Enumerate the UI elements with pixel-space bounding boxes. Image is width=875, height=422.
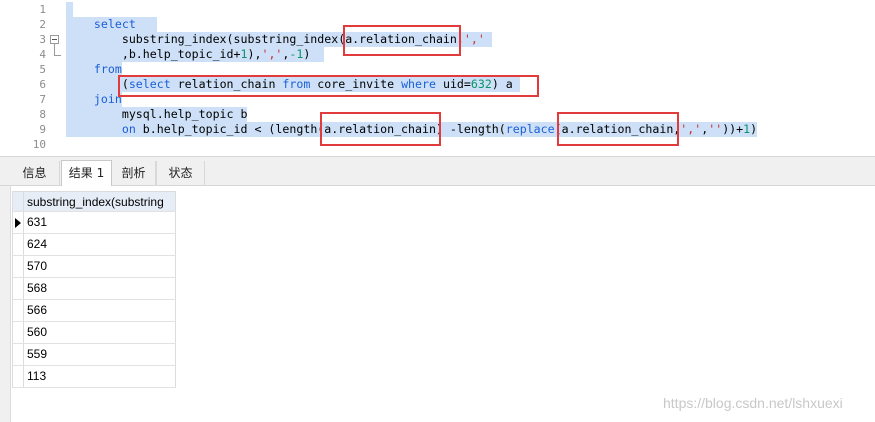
code-text[interactable]: ,b.help_topic_id+1),',',-1) — [66, 47, 325, 62]
table-cell[interactable]: 568 — [24, 278, 176, 299]
code-text[interactable] — [66, 2, 73, 17]
table-row[interactable]: 559 — [12, 344, 176, 366]
line-number: 7 — [39, 93, 46, 106]
keyword-token: from — [93, 62, 122, 76]
table-cell[interactable]: 566 — [24, 300, 176, 321]
table-row[interactable]: 568 — [12, 278, 176, 300]
result-side-strip — [0, 186, 11, 422]
grid-body[interactable]: 631 624 570 568 566 560 559 113 — [12, 212, 176, 388]
number-token: -1 — [289, 47, 304, 61]
string-token: ',' — [680, 122, 702, 136]
sql-editor[interactable]: 1 2 select 3 substring_index(substring_i… — [0, 0, 875, 156]
table-cell[interactable]: 113 — [24, 366, 176, 387]
table-cell[interactable]: 559 — [24, 344, 176, 365]
row-indicator[interactable] — [12, 234, 24, 255]
table-row[interactable]: 631 — [12, 212, 176, 234]
result-tab-bar: 信息 结果 1 剖析 状态 — [0, 156, 875, 186]
plain-token: ,b.help_topic_id+ — [66, 47, 241, 61]
string-token: ',' — [261, 47, 283, 61]
plain-token: mysql.help_topic b — [66, 107, 248, 121]
row-indicator[interactable] — [12, 344, 24, 365]
table-row[interactable]: 566 — [12, 300, 176, 322]
row-indicator[interactable] — [12, 278, 24, 299]
keyword-token: select — [93, 17, 136, 31]
table-row[interactable]: 560 — [12, 322, 176, 344]
plain-token: ), — [247, 47, 262, 61]
annotation-box — [557, 112, 679, 146]
line-number: 8 — [39, 108, 46, 121]
tab-status[interactable]: 状态 — [156, 161, 205, 186]
table-cell[interactable]: 570 — [24, 256, 176, 277]
table-cell[interactable]: 631 — [24, 212, 176, 233]
row-indicator[interactable] — [12, 322, 24, 343]
tab-profile[interactable]: 剖析 — [112, 161, 156, 186]
result-grid[interactable]: substring_index(substring 631 624 570 568 56… — [12, 191, 176, 388]
code-text[interactable]: from — [66, 62, 122, 77]
line-number: 2 — [39, 18, 46, 31]
table-row[interactable]: 113 — [12, 366, 176, 388]
table-row[interactable]: 570 — [12, 256, 176, 278]
plain-token: ) — [750, 122, 758, 136]
line-number: 4 — [39, 48, 46, 61]
line-number: 1 — [39, 3, 46, 16]
line-number: 5 — [39, 63, 46, 76]
fold-collapse-icon[interactable] — [50, 35, 59, 44]
line-number: 3 — [39, 33, 46, 46]
line-number: 9 — [39, 123, 46, 136]
tab-info[interactable]: 信息 — [10, 161, 60, 186]
column-header[interactable]: substring_index(substring — [24, 192, 176, 211]
table-cell[interactable]: 624 — [24, 234, 176, 255]
grid-header-row: substring_index(substring — [12, 191, 176, 212]
current-row-arrow-icon — [15, 218, 21, 228]
annotation-box — [343, 25, 461, 56]
table-row[interactable]: 624 — [12, 234, 176, 256]
tab-result-1[interactable]: 结果 1 — [61, 160, 112, 186]
code-text[interactable]: select — [66, 17, 157, 32]
code-text[interactable]: join — [66, 92, 122, 107]
annotation-box — [118, 75, 539, 97]
keyword-token: replace — [505, 122, 555, 136]
row-indicator[interactable] — [12, 256, 24, 277]
code-line[interactable]: 1 — [0, 2, 875, 17]
keyword-token: on — [121, 122, 136, 136]
row-indicator-header — [12, 192, 24, 211]
row-indicator[interactable] — [12, 300, 24, 321]
row-indicator[interactable] — [12, 212, 24, 233]
row-indicator[interactable] — [12, 366, 24, 387]
fold-guide-line — [54, 44, 61, 56]
plain-token: ) — [303, 47, 325, 61]
line-number: 10 — [32, 138, 46, 151]
plain-token: ))+ — [722, 122, 744, 136]
number-token: 1 — [240, 47, 248, 61]
watermark: https://blog.csdn.net/lshxuexi — [663, 395, 843, 411]
code-text[interactable]: mysql.help_topic b — [66, 107, 248, 122]
table-cell[interactable]: 560 — [24, 322, 176, 343]
line-number: 6 — [39, 78, 46, 91]
annotation-box — [320, 112, 441, 146]
string-token: ',' — [463, 32, 485, 46]
string-token: '' — [708, 122, 723, 136]
